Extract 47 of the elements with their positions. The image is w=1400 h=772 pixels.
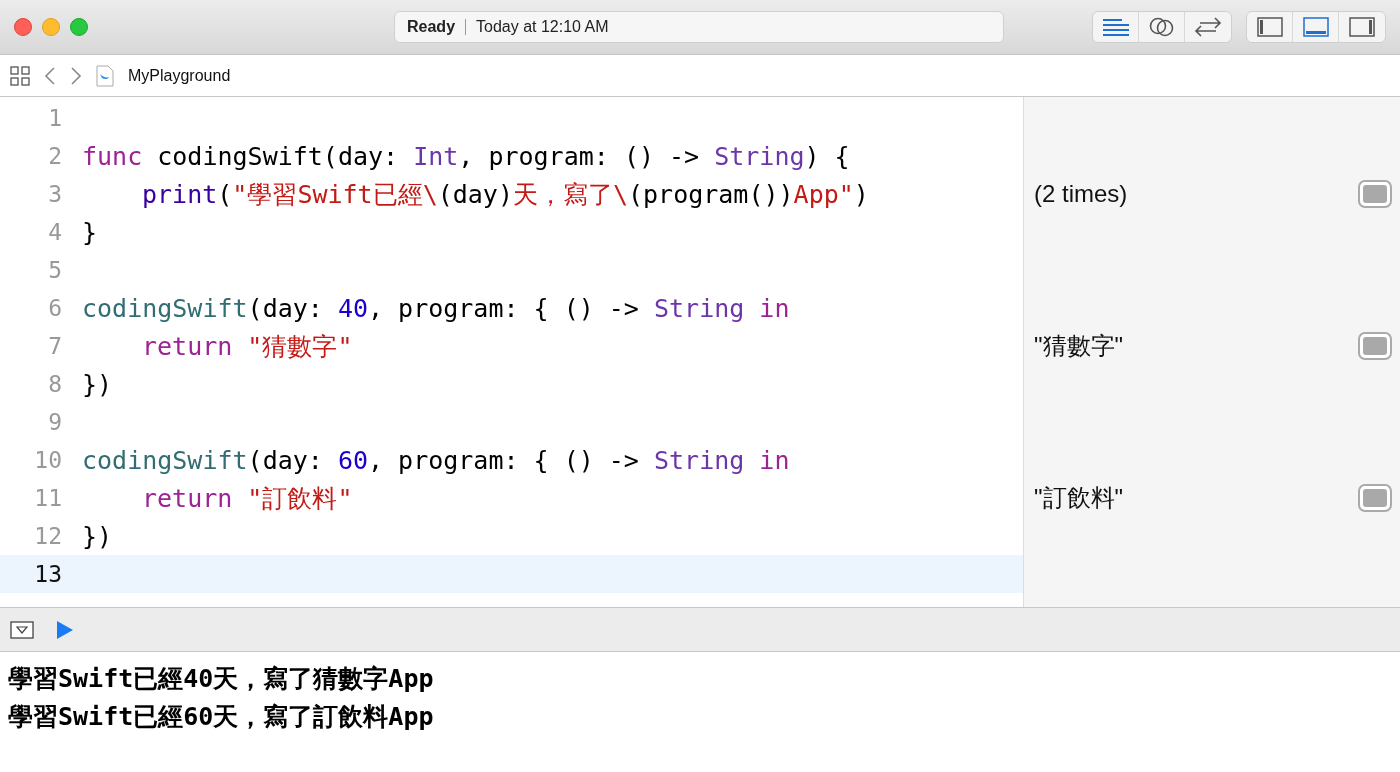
line-number: 1 — [47, 105, 63, 131]
right-panel-icon — [1349, 17, 1375, 37]
quick-look-button[interactable] — [1358, 484, 1392, 512]
code-line: func codingSwift(day: Int, program: () -> String) { — [82, 141, 850, 171]
back-icon[interactable] — [44, 65, 56, 86]
console-output: 學習Swift已經60天，寫了訂飲料App — [8, 701, 435, 733]
line-number: 8 — [47, 371, 63, 397]
line-number: 13 — [33, 561, 63, 587]
result-value: "訂飲料" — [1034, 483, 1125, 513]
code-line: }) — [82, 521, 113, 551]
hide-console-icon[interactable] — [10, 620, 34, 639]
result-value: (2 times) — [1034, 180, 1129, 208]
text-lines-icon — [1101, 17, 1130, 37]
line-number: 9 — [47, 409, 63, 435]
status-text: Ready — [407, 18, 456, 36]
code-line: } — [82, 217, 98, 247]
close-button[interactable] — [14, 18, 32, 36]
zoom-button[interactable] — [70, 18, 88, 36]
bottom-panel-icon — [1302, 17, 1329, 37]
code-line: return "猜數字" — [142, 330, 353, 363]
quick-look-button[interactable] — [1358, 332, 1392, 360]
play-icon[interactable] — [56, 619, 74, 640]
code-line: codingSwift(day: 60, program: { () -> String in — [82, 445, 790, 475]
code-line: print("學習Swift已經\(day)天，寫了\(program())App") — [142, 178, 869, 211]
left-panel-icon — [1256, 17, 1283, 37]
line-number: 4 — [47, 219, 63, 245]
line-number: 7 — [47, 333, 63, 359]
quick-look-button[interactable] — [1358, 180, 1392, 208]
line-number: 2 — [47, 143, 63, 169]
result-value: "猜數字" — [1034, 331, 1125, 361]
code-line: }) — [82, 369, 113, 399]
swap-arrows-icon — [1194, 17, 1222, 37]
grid-icon[interactable] — [10, 65, 30, 86]
line-number: 6 — [47, 295, 63, 321]
forward-icon[interactable] — [70, 65, 82, 86]
file-breadcrumb[interactable]: MyPlayground — [128, 66, 231, 85]
console-output: 學習Swift已經40天，寫了猜數字App — [8, 663, 435, 695]
code-line: return "訂飲料" — [142, 482, 353, 515]
timestamp: Today at 12:10 AM — [476, 18, 609, 36]
line-number: 11 — [33, 485, 63, 511]
code-line: codingSwift(day: 40, program: { () -> String in — [82, 293, 790, 323]
line-number: 5 — [47, 257, 63, 283]
line-number: 12 — [33, 523, 63, 549]
line-number: 10 — [33, 447, 63, 473]
overlapping-circles-icon — [1148, 16, 1175, 38]
swift-file-icon — [96, 64, 114, 87]
line-number: 3 — [47, 181, 63, 207]
